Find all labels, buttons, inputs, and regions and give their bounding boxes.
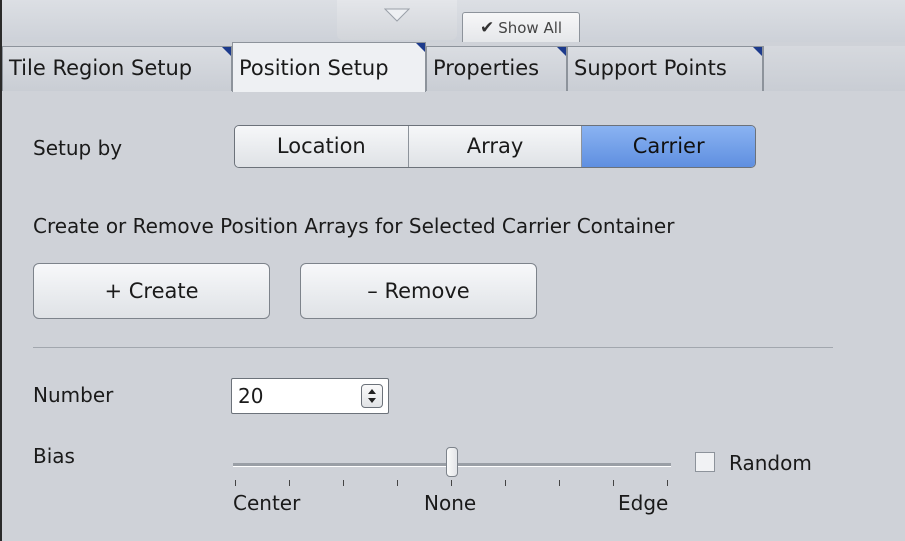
tab-corner-marker-icon — [557, 47, 566, 56]
tab-strip-filler — [763, 46, 905, 91]
setup-by-segmented-control: Location Array Carrier — [234, 125, 756, 168]
tab-corner-marker-icon — [222, 47, 231, 56]
slider-tick — [235, 480, 236, 486]
create-button[interactable]: + Create — [33, 263, 270, 319]
tab-position-setup[interactable]: Position Setup — [232, 42, 426, 92]
tab-label: Support Points — [574, 56, 727, 80]
random-label[interactable]: Random — [729, 451, 812, 475]
setup-by-label: Setup by — [33, 136, 123, 160]
slider-tick — [397, 480, 398, 486]
remove-button[interactable]: – Remove — [300, 263, 537, 319]
slider-tick — [451, 480, 452, 486]
slider-tick — [667, 480, 668, 486]
bias-tick-edge: Edge — [618, 491, 669, 515]
random-checkbox[interactable] — [695, 452, 715, 472]
number-value[interactable]: 20 — [238, 384, 263, 408]
tab-label: Properties — [433, 56, 540, 80]
spin-arrows-icon — [368, 389, 376, 403]
spin-buttons[interactable] — [361, 384, 383, 408]
show-all-label: Show All — [498, 18, 563, 37]
show-all-button[interactable]: ✔ Show All — [462, 12, 580, 42]
setup-location-button[interactable]: Location — [235, 126, 409, 167]
bias-label: Bias — [33, 444, 75, 468]
arrays-description: Create or Remove Position Arrays for Sel… — [33, 214, 675, 238]
collapse-handle[interactable] — [337, 0, 457, 40]
slider-tick — [559, 480, 560, 486]
tab-corner-marker-icon — [753, 47, 762, 56]
slider-tick — [289, 480, 290, 486]
tab-label: Position Setup — [239, 56, 389, 80]
bias-tick-none: None — [424, 491, 477, 515]
collapse-triangle-icon — [384, 8, 410, 22]
checkmark-icon: ✔ — [479, 17, 495, 38]
tab-properties[interactable]: Properties — [426, 46, 567, 91]
tab-label: Tile Region Setup — [9, 56, 193, 80]
slider-tick — [613, 480, 614, 486]
tab-corner-marker-icon — [416, 43, 425, 52]
tab-strip: Tile Region Setup Position Setup Propert… — [2, 42, 905, 92]
tab-support-points[interactable]: Support Points — [567, 46, 763, 91]
setup-array-button[interactable]: Array — [408, 126, 583, 167]
slider-tick — [505, 480, 506, 486]
top-bar: ✔ Show All — [2, 0, 905, 42]
section-divider — [33, 347, 833, 348]
setup-carrier-button[interactable]: Carrier — [582, 126, 755, 167]
bias-tick-center: Center — [233, 491, 301, 515]
bias-slider-thumb[interactable] — [446, 447, 458, 477]
slider-tick — [343, 480, 344, 486]
number-label: Number — [33, 383, 114, 407]
tab-tile-region-setup[interactable]: Tile Region Setup — [2, 46, 232, 91]
number-spinner[interactable]: 20 — [231, 378, 389, 414]
